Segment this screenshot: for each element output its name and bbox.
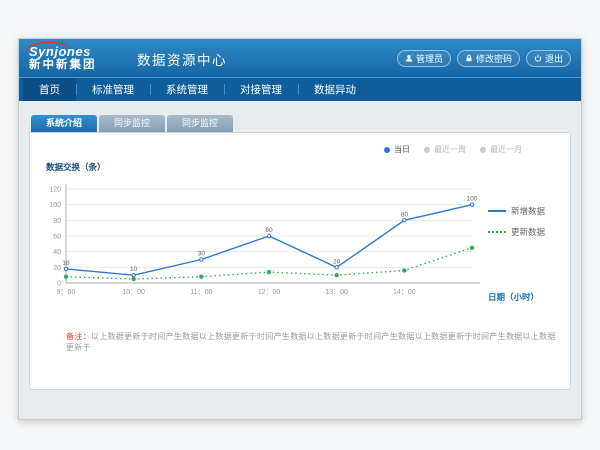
svg-text:120: 120 — [49, 187, 61, 194]
tab-bar: 系统介绍 同步监控 同步监控 — [31, 115, 571, 132]
change-password-button[interactable]: 修改密码 — [457, 50, 520, 67]
svg-text:9：00: 9：00 — [57, 289, 76, 296]
header: Synjones 新中新集团 数据资源中心 管理员 修改密码 — [19, 39, 581, 77]
x-axis-title: 日期（小时） — [488, 291, 539, 303]
logout-button[interactable]: 退出 — [526, 50, 571, 67]
svg-text:30: 30 — [198, 251, 206, 258]
svg-text:11：00: 11：00 — [190, 289, 212, 296]
logout-label: 退出 — [545, 52, 563, 65]
solid-line-icon — [488, 210, 506, 212]
legend-new-data[interactable]: 新增数据 — [488, 205, 570, 217]
tab-sync-monitor-1[interactable]: 同步监控 — [99, 115, 165, 132]
page-title: 数据资源中心 — [137, 47, 227, 69]
legend-update-data[interactable]: 更新数据 — [488, 226, 570, 238]
svg-text:20: 20 — [333, 258, 341, 265]
series-legend: 新增数据 更新数据 日期（小时） — [488, 175, 570, 307]
svg-text:100: 100 — [467, 196, 478, 203]
nav-item-system-mgmt[interactable]: 系统管理 — [150, 78, 224, 101]
footnote: 备注：以上数据更新于时间产生数据以上数据更新于时间产生数据以上数据更新于时间产生… — [66, 331, 556, 353]
legend-last-week-label: 最近一周 — [434, 144, 466, 155]
line-chart: 0 20 40 60 80 100 120 9：00 10：00 11：00 12：00 13：00 1… — [36, 175, 488, 307]
svg-text:13：00: 13：00 — [325, 289, 348, 296]
logo-text: Synjones — [29, 44, 91, 59]
legend-last-month-label: 最近一月 — [490, 144, 522, 155]
header-actions: 管理员 修改密码 退出 — [397, 50, 571, 67]
svg-text:80: 80 — [53, 218, 61, 225]
nav-item-home[interactable]: 首页 — [23, 78, 76, 101]
svg-text:80: 80 — [401, 211, 409, 218]
legend-new-data-label: 新增数据 — [511, 205, 545, 217]
legend-today[interactable]: 当日 — [384, 144, 410, 155]
chart-panel: 当日 最近一周 最近一月 数据交换（条） 0 20 40 60 80 100 120 9：00… — [29, 132, 571, 390]
content-area: 系统介绍 同步监控 同步监控 当日 最近一周 最近一月 数据交换（条） — [19, 101, 581, 419]
user-icon — [405, 54, 413, 62]
svg-text:10: 10 — [130, 266, 138, 273]
footnote-label: 备注： — [66, 332, 91, 341]
change-password-label: 修改密码 — [476, 52, 512, 65]
logo: Synjones 新中新集团 — [29, 45, 121, 72]
admin-button-label: 管理员 — [416, 52, 443, 65]
legend-dot-icon — [424, 147, 430, 153]
main-nav: 首页 标准管理 系统管理 对接管理 数据异动 — [19, 77, 581, 101]
svg-text:10：00: 10：00 — [122, 289, 145, 296]
logo-wordmark: Synjones — [29, 45, 121, 59]
nav-item-docking-mgmt[interactable]: 对接管理 — [224, 78, 298, 101]
svg-text:20: 20 — [53, 265, 61, 272]
power-icon — [534, 54, 542, 62]
nav-item-standard-mgmt[interactable]: 标准管理 — [76, 78, 150, 101]
svg-text:14：00: 14：00 — [393, 289, 416, 296]
tab-sync-monitor-2[interactable]: 同步监控 — [167, 115, 233, 132]
legend-update-data-label: 更新数据 — [511, 226, 545, 238]
legend-dot-icon — [384, 147, 390, 153]
legend-last-week[interactable]: 最近一周 — [424, 144, 466, 155]
dotted-line-icon — [488, 231, 506, 233]
nav-item-data-changes[interactable]: 数据异动 — [298, 78, 372, 101]
logo-subtext: 新中新集团 — [29, 59, 121, 72]
legend-today-label: 当日 — [394, 144, 410, 155]
y-axis-title: 数据交换（条） — [46, 161, 570, 173]
svg-text:60: 60 — [53, 234, 61, 241]
chart-row: 0 20 40 60 80 100 120 9：00 10：00 11：00 12：00 13：00 1… — [30, 175, 570, 307]
app-window: Synjones 新中新集团 数据资源中心 管理员 修改密码 — [18, 38, 582, 420]
lock-icon — [465, 54, 473, 62]
svg-text:100: 100 — [49, 202, 61, 209]
chart-period-legend: 当日 最近一周 最近一月 — [384, 144, 522, 155]
legend-dot-icon — [480, 147, 486, 153]
footnote-text: 以上数据更新于时间产生数据以上数据更新于时间产生数据以上数据更新于时间产生数据以… — [66, 332, 556, 352]
svg-text:12：00: 12：00 — [258, 289, 281, 296]
svg-text:40: 40 — [53, 249, 61, 256]
svg-text:0: 0 — [57, 281, 61, 288]
svg-text:18: 18 — [62, 260, 70, 267]
tab-system-intro[interactable]: 系统介绍 — [31, 115, 97, 132]
svg-text:60: 60 — [265, 227, 273, 234]
admin-button[interactable]: 管理员 — [397, 50, 451, 67]
legend-last-month[interactable]: 最近一月 — [480, 144, 522, 155]
